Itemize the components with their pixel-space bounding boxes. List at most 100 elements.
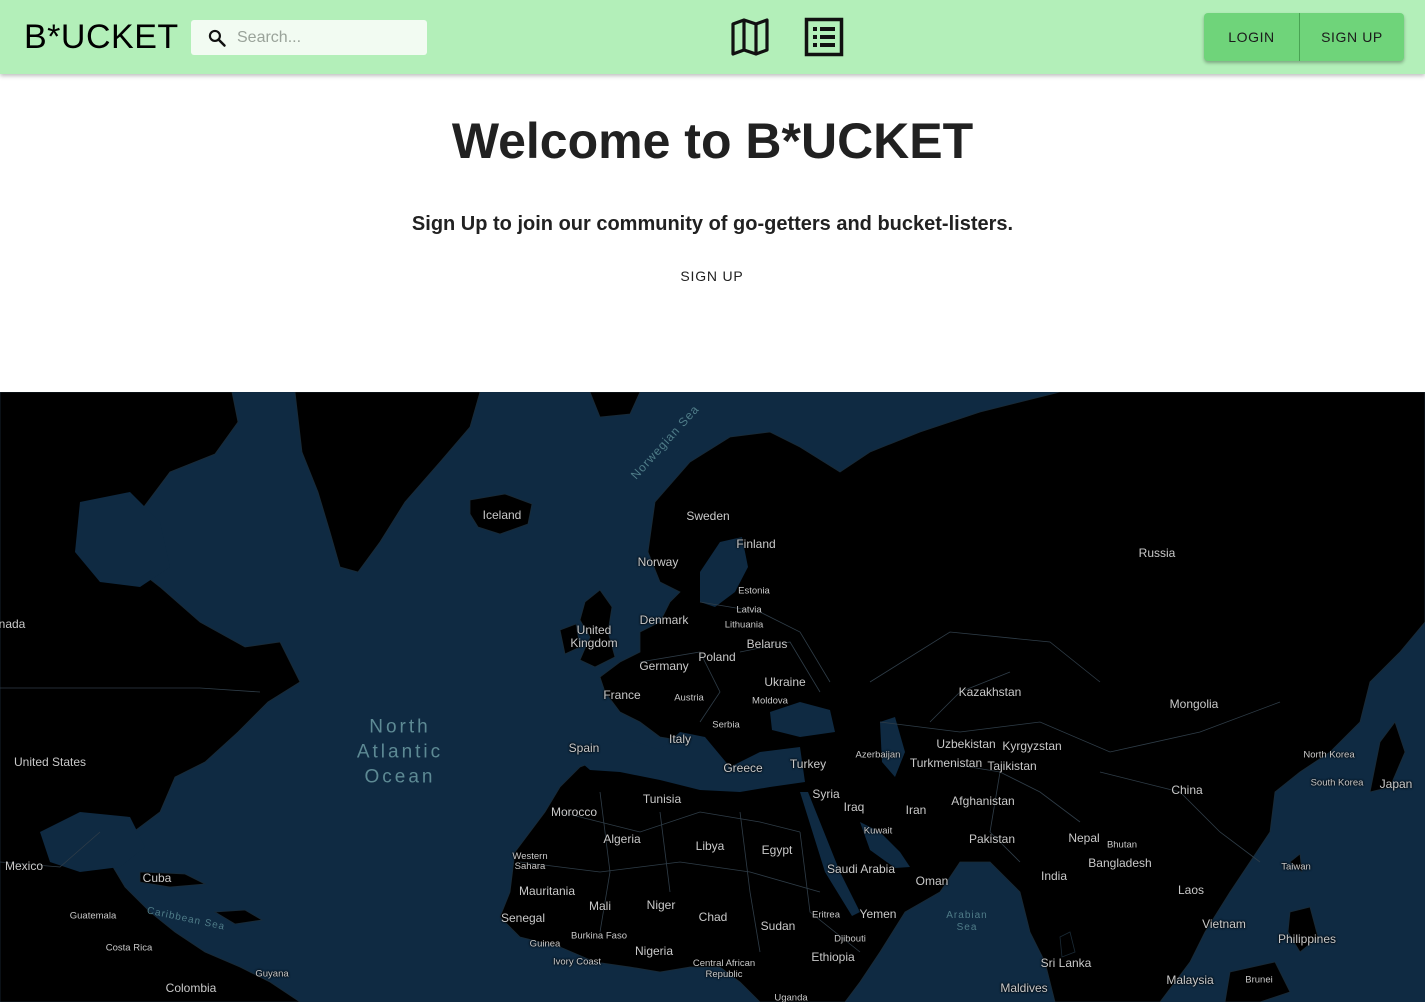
country-label[interactable]: Ivory Coast xyxy=(553,957,601,968)
country-label[interactable]: Uzbekistan xyxy=(936,737,995,751)
country-label[interactable]: Brunei xyxy=(1245,975,1272,986)
country-label[interactable]: Kuwait xyxy=(864,826,893,837)
hero-signup-link[interactable]: SIGN UP xyxy=(662,262,762,290)
country-label[interactable]: Kazakhstan xyxy=(959,685,1022,699)
country-label[interactable]: Latvia xyxy=(736,605,761,616)
country-label[interactable]: Maldives xyxy=(1000,981,1047,995)
country-label[interactable]: Uganda xyxy=(774,993,807,1002)
ocean-label-line: Ocean xyxy=(364,766,436,788)
country-label[interactable]: Malaysia xyxy=(1166,973,1213,987)
country-label[interactable]: Spain xyxy=(569,741,600,755)
country-label[interactable]: Niger xyxy=(647,898,676,912)
country-label[interactable]: nada xyxy=(0,617,25,631)
country-label[interactable]: Guinea xyxy=(530,939,561,950)
country-label[interactable]: Russia xyxy=(1139,546,1176,560)
country-label[interactable]: Eritrea xyxy=(812,910,840,921)
country-label[interactable]: Tajikistan xyxy=(987,759,1036,773)
country-label[interactable]: Bangladesh xyxy=(1088,856,1151,870)
country-label[interactable]: Ukraine xyxy=(764,675,805,689)
country-label[interactable]: Colombia xyxy=(166,981,217,995)
country-label-line: Central African xyxy=(692,958,756,969)
country-label[interactable]: Guyana xyxy=(255,969,288,980)
country-label[interactable]: Denmark xyxy=(640,613,689,627)
country-label[interactable]: Costa Rica xyxy=(106,943,152,954)
country-label[interactable]: Morocco xyxy=(551,805,597,819)
sea-label-line: Sea xyxy=(956,922,978,933)
country-label[interactable]: Cuba xyxy=(143,871,172,885)
country-label[interactable]: Iraq xyxy=(844,800,865,814)
country-label[interactable]: Bhutan xyxy=(1107,840,1137,851)
country-label[interactable]: Serbia xyxy=(712,720,739,731)
country-label-uk[interactable]: United Kingdom xyxy=(570,624,617,650)
country-label[interactable]: India xyxy=(1041,869,1067,883)
country-label[interactable]: Oman xyxy=(916,874,949,888)
country-label[interactable]: Austria xyxy=(674,693,704,704)
map-icon[interactable] xyxy=(730,17,770,57)
country-label[interactable]: Iceland xyxy=(483,508,522,522)
country-label[interactable]: Nigeria xyxy=(635,944,673,958)
country-label[interactable]: Taiwan xyxy=(1281,862,1311,873)
country-label[interactable]: Djibouti xyxy=(834,934,866,945)
country-label[interactable]: United States xyxy=(14,755,86,769)
country-label[interactable]: Nepal xyxy=(1068,831,1099,845)
country-label[interactable]: Saudi Arabia xyxy=(827,862,895,876)
country-label[interactable]: Lithuania xyxy=(725,620,764,631)
country-label[interactable]: Algeria xyxy=(603,832,640,846)
sea-label-arabian: Arabian Sea xyxy=(946,910,987,934)
country-label[interactable]: Mexico xyxy=(5,859,43,873)
country-label[interactable]: Tunisia xyxy=(643,792,681,806)
country-label[interactable]: Turkey xyxy=(790,757,826,771)
country-label[interactable]: Yemen xyxy=(860,907,897,921)
country-label[interactable]: Germany xyxy=(639,659,688,673)
app-bar: B*UCKET LOGIN SIGN UP xyxy=(0,0,1425,74)
country-label[interactable]: Mali xyxy=(589,899,611,913)
country-label[interactable]: Sri Lanka xyxy=(1041,956,1092,970)
country-label-car[interactable]: Central African Republic xyxy=(693,958,755,980)
search-input[interactable] xyxy=(237,20,417,55)
country-label[interactable]: Sudan xyxy=(761,919,796,933)
login-button[interactable]: LOGIN xyxy=(1204,13,1300,61)
country-label[interactable]: Finland xyxy=(736,537,775,551)
country-label[interactable]: Ethiopia xyxy=(811,950,854,964)
country-label-western-sahara[interactable]: Western Sahara xyxy=(512,852,547,872)
country-label[interactable]: Iran xyxy=(906,803,927,817)
country-label[interactable]: Burkina Faso xyxy=(571,931,627,942)
country-label[interactable]: Turkmenistan xyxy=(910,756,982,770)
country-label[interactable]: France xyxy=(603,688,640,702)
country-label[interactable]: Syria xyxy=(812,787,839,801)
country-label[interactable]: Norway xyxy=(638,555,679,569)
country-label[interactable]: China xyxy=(1171,783,1202,797)
country-label[interactable]: Estonia xyxy=(738,586,770,597)
signup-button[interactable]: SIGN UP xyxy=(1300,13,1404,61)
country-label[interactable]: Chad xyxy=(699,910,728,924)
auth-button-group: LOGIN SIGN UP xyxy=(1204,13,1404,61)
country-label[interactable]: Pakistan xyxy=(969,832,1015,846)
country-label[interactable]: Mauritania xyxy=(519,884,575,898)
world-map[interactable]: North Atlantic Ocean Norwegian Sea Carib… xyxy=(0,392,1425,1002)
country-label[interactable]: Azerbaijan xyxy=(856,750,901,761)
country-label[interactable]: South Korea xyxy=(1311,778,1364,789)
country-label[interactable]: North Korea xyxy=(1303,750,1354,761)
country-label[interactable]: Afghanistan xyxy=(951,794,1014,808)
brand-logo[interactable]: B*UCKET xyxy=(24,16,179,58)
country-label[interactable]: Laos xyxy=(1178,883,1204,897)
country-label[interactable]: Poland xyxy=(698,650,735,664)
country-label[interactable]: Belarus xyxy=(747,637,788,651)
country-label[interactable]: Philippines xyxy=(1278,932,1336,946)
country-label[interactable]: Guatemala xyxy=(70,911,116,922)
country-label[interactable]: Libya xyxy=(696,839,725,853)
country-label[interactable]: Vietnam xyxy=(1202,917,1246,931)
list-icon[interactable] xyxy=(804,17,844,57)
country-label[interactable]: Italy xyxy=(669,732,691,746)
search-box[interactable] xyxy=(191,20,427,55)
country-label[interactable]: Greece xyxy=(723,761,762,775)
country-label[interactable]: Mongolia xyxy=(1170,697,1219,711)
country-label[interactable]: Sweden xyxy=(686,509,729,523)
country-label[interactable]: Senegal xyxy=(501,911,545,925)
hero-subtitle: Sign Up to join our community of go-gett… xyxy=(411,213,1014,235)
country-label[interactable]: Egypt xyxy=(762,843,793,857)
country-label[interactable]: Japan xyxy=(1380,777,1413,791)
country-label[interactable]: Moldova xyxy=(752,696,788,707)
country-label[interactable]: Kyrgyzstan xyxy=(1002,739,1061,753)
ocean-label-line: Atlantic xyxy=(356,741,444,763)
